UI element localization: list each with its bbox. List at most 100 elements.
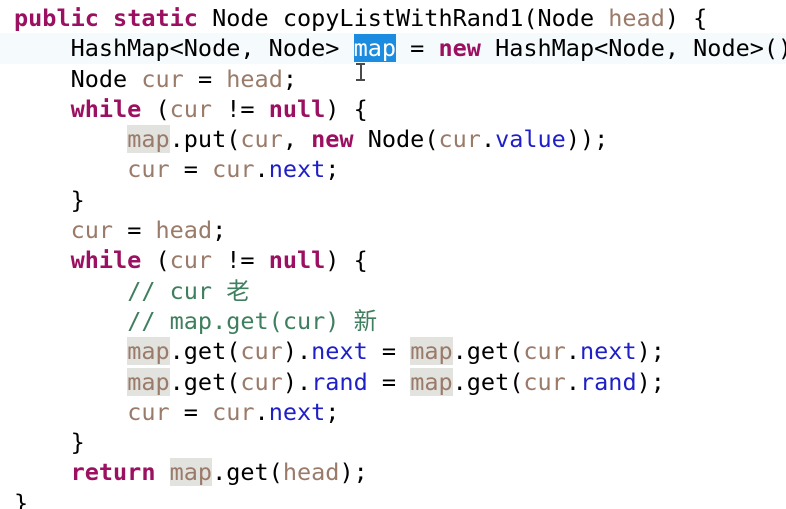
var-head: head bbox=[155, 216, 213, 245]
code-line-16[interactable]: return map.get(head); bbox=[0, 457, 786, 487]
line-tail: ) { bbox=[325, 94, 368, 123]
dot: . bbox=[254, 155, 269, 184]
occurrence-map[interactable]: map bbox=[410, 337, 453, 366]
close-brace: } bbox=[14, 428, 85, 457]
code-line-2[interactable]: HashMap<Node, Node> map = new HashMap<No… bbox=[0, 33, 786, 64]
declaration-type: HashMap<Node, Node> bbox=[14, 34, 354, 63]
line-tail: ); bbox=[339, 458, 368, 487]
code-line-7[interactable]: } bbox=[0, 185, 786, 215]
code-line-8[interactable]: cur = head; bbox=[0, 215, 786, 245]
not-equal-operator: != bbox=[212, 94, 269, 123]
var-cur: cur bbox=[127, 155, 170, 184]
occurrence-map[interactable]: map bbox=[410, 367, 453, 396]
line-tail: ) { bbox=[325, 246, 368, 275]
line-tail: ) { bbox=[664, 4, 708, 32]
selected-token-map[interactable]: map bbox=[353, 34, 397, 63]
var-cur: cur bbox=[169, 246, 213, 275]
line-tail: )); bbox=[565, 125, 609, 154]
method-get: .get( bbox=[452, 337, 524, 366]
field-next: next bbox=[268, 397, 326, 426]
assign-operator: = bbox=[367, 367, 411, 396]
var-cur: cur bbox=[523, 367, 566, 396]
method-get: .get( bbox=[169, 337, 241, 366]
code-line-5[interactable]: map.put(cur, new Node(cur.value)); bbox=[0, 124, 786, 154]
var-cur: cur bbox=[240, 125, 283, 154]
var-cur: cur bbox=[438, 125, 481, 154]
keyword-while: while bbox=[70, 246, 142, 275]
code-line-10[interactable]: // cur 老 bbox=[0, 276, 786, 306]
code-editor[interactable]: public static Node copyListWithRand1(Nod… bbox=[0, 0, 786, 509]
comment-cjk-text: 老 bbox=[226, 276, 250, 305]
assign-operator: = bbox=[367, 337, 411, 366]
keyword-null: null bbox=[268, 94, 326, 123]
close-brace: } bbox=[14, 185, 85, 214]
var-cur: cur bbox=[141, 64, 184, 93]
line-tail: ); bbox=[636, 367, 665, 396]
comment-text: // cur bbox=[127, 276, 227, 305]
var-cur: cur bbox=[212, 155, 255, 184]
semicolon: ; bbox=[325, 397, 340, 426]
field-next: next bbox=[311, 337, 368, 366]
assign-operator: = bbox=[396, 34, 439, 63]
code-line-15[interactable]: } bbox=[0, 427, 786, 457]
code-line-12[interactable]: map.get(cur).next = map.get(cur.next); bbox=[0, 336, 786, 366]
code-line-14[interactable]: cur = cur.next; bbox=[0, 397, 786, 427]
close-paren-dot: ). bbox=[282, 367, 312, 396]
occurrence-map[interactable]: map bbox=[127, 367, 170, 396]
dot: . bbox=[565, 367, 580, 396]
assign-operator: = bbox=[113, 216, 156, 245]
code-line-9[interactable]: while (cur != null) { bbox=[0, 245, 786, 275]
field-rand: rand bbox=[311, 367, 368, 396]
constructor-call: HashMap<Node, Node>(); bbox=[480, 34, 786, 63]
constructor-node: Node( bbox=[353, 125, 439, 154]
code-line-3[interactable]: Node cur = head; bbox=[0, 64, 786, 94]
code-line-17[interactable]: } bbox=[0, 488, 786, 509]
var-head: head bbox=[226, 64, 283, 93]
comment-cjk-text: 新 bbox=[353, 306, 378, 335]
comment-text: // map.get(cur) bbox=[127, 306, 354, 335]
param-head: head bbox=[608, 4, 665, 32]
close-brace: } bbox=[14, 488, 29, 509]
method-put: .put( bbox=[169, 125, 241, 154]
method-get: .get( bbox=[169, 367, 241, 396]
semicolon: ; bbox=[325, 155, 340, 184]
dot: . bbox=[254, 397, 269, 426]
open-paren: ( bbox=[141, 246, 170, 275]
code-line-1[interactable]: public static Node copyListWithRand1(Nod… bbox=[0, 3, 786, 33]
method-get: .get( bbox=[452, 367, 524, 396]
var-cur: cur bbox=[169, 94, 213, 123]
var-cur: cur bbox=[127, 397, 170, 426]
code-content[interactable]: public static Node copyListWithRand1(Nod… bbox=[0, 3, 786, 509]
semicolon: ; bbox=[212, 216, 227, 245]
var-cur: cur bbox=[70, 216, 114, 245]
var-cur: cur bbox=[240, 367, 283, 396]
var-cur: cur bbox=[240, 337, 283, 366]
code-line-13[interactable]: map.get(cur).rand = map.get(cur.rand); bbox=[0, 367, 786, 397]
keyword-static: static bbox=[113, 4, 198, 32]
code-line-11[interactable]: // map.get(cur) 新 bbox=[0, 306, 786, 336]
comma: , bbox=[282, 125, 312, 154]
field-value: value bbox=[495, 125, 566, 154]
occurrence-map[interactable]: map bbox=[169, 458, 213, 487]
var-cur: cur bbox=[212, 397, 255, 426]
method-get: .get( bbox=[212, 458, 283, 487]
close-paren-dot: ). bbox=[282, 337, 312, 366]
dot: . bbox=[480, 125, 496, 154]
field-next: next bbox=[268, 155, 326, 184]
code-line-4[interactable]: while (cur != null) { bbox=[0, 94, 786, 124]
method-signature: Node copyListWithRand1(Node bbox=[197, 4, 609, 32]
keyword-return: return bbox=[70, 458, 156, 487]
code-line-6[interactable]: cur = cur.next; bbox=[0, 154, 786, 184]
keyword-public: public bbox=[14, 4, 99, 32]
occurrence-map[interactable]: map bbox=[127, 125, 170, 154]
occurrence-map[interactable]: map bbox=[127, 337, 170, 366]
open-paren: ( bbox=[141, 94, 170, 123]
